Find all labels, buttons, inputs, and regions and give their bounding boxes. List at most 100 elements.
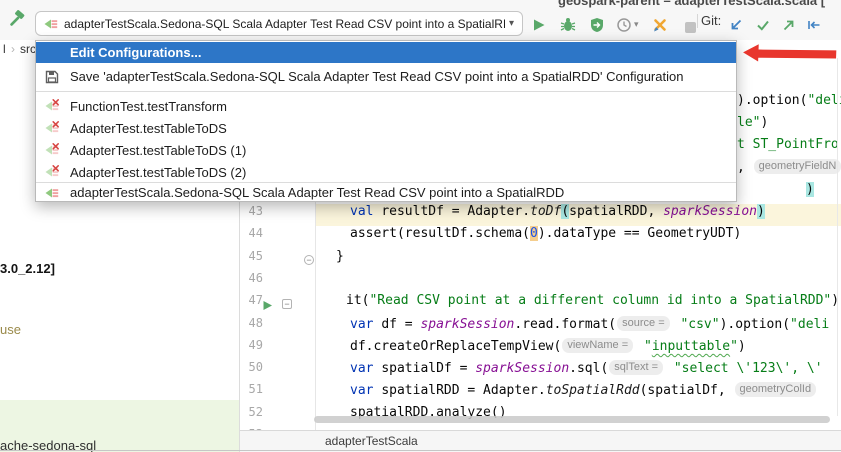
git-commit-button[interactable] [754, 16, 772, 34]
line-number: 48 [240, 316, 263, 338]
menu-item-adapter-test-testtabletods-1[interactable]: AdapterTest.testTableToDS (1) [36, 139, 736, 161]
menu-item-save-configuration[interactable]: Save 'adapterTestScala.Sedona-SQL Scala … [36, 64, 736, 89]
code-token: " [636, 339, 652, 354]
code-token: val [350, 204, 381, 219]
menu-item-function-test-testtransform[interactable]: FunctionTest.testTransform [36, 95, 736, 117]
line-number: 52 [240, 405, 263, 427]
code-token: df = [381, 317, 420, 332]
build-hammer-icon[interactable] [8, 10, 26, 28]
save-icon [45, 70, 59, 84]
menu-icon-spacer [45, 46, 59, 60]
git-rollback-button[interactable] [805, 16, 823, 34]
code-token: spatialDf = [381, 361, 475, 376]
code-token: ( [561, 204, 569, 219]
code-token: assert(resultDf.schema( [350, 226, 530, 241]
code-fragment: ) [806, 182, 841, 204]
project-tree-fragment[interactable]: use [0, 322, 21, 337]
code-fragment: le") [737, 115, 841, 137]
code-token: ).option( [737, 93, 807, 108]
breadcrumb-chevron-icon: › [11, 41, 15, 57]
code-token: "deli [790, 317, 829, 332]
line-number: 46 [240, 271, 263, 293]
line-number: 47 [240, 293, 263, 315]
line-number: 44 [240, 226, 263, 248]
run-anything-button[interactable] [651, 16, 669, 34]
fold-icon[interactable]: − [304, 255, 314, 265]
code-token: "deli [807, 93, 841, 108]
ide-window: geospark-parent – adapterTestScala.scala… [0, 0, 841, 452]
code-token: le" [737, 115, 760, 130]
git-label: Git: [701, 13, 721, 28]
run-configuration-combo[interactable]: adapterTestScala.Sedona-SQL Scala Adapte… [35, 11, 523, 36]
menu-item-adapter-test-testtabletods[interactable]: AdapterTest.testTableToDS [36, 117, 736, 139]
git-push-button[interactable] [780, 16, 798, 34]
code-line[interactable]: var df = sparkSession.read.format(source… [350, 316, 829, 338]
code-line[interactable]: val resultDf = Adapter.toDf(spatialRDD, … [350, 204, 765, 226]
code-line[interactable]: } [336, 249, 344, 271]
code-line[interactable]: assert(resultDf.schema(0).dataType == Ge… [350, 226, 741, 248]
profiler-caret-icon[interactable]: ▾ [634, 19, 639, 30]
menu-item-edit-configurations[interactable]: Edit Configurations... [36, 42, 736, 63]
run-config-menu: Edit Configurations... Save 'adapterTestS… [35, 40, 737, 202]
code-token: } [336, 249, 344, 264]
code-token: it( [346, 293, 369, 308]
code-line[interactable]: var spatialRDD = Adapter.toSpatialRdd(sp… [350, 382, 819, 404]
code-token: sparkSession [663, 204, 757, 219]
code-token: , [737, 160, 753, 175]
breadcrumb-fragment[interactable]: l [3, 41, 6, 57]
project-tree-fragment[interactable]: 3.0_2.12] [0, 261, 55, 276]
code-fragment: t ST_PointFro [737, 137, 841, 159]
coverage-button[interactable] [588, 16, 606, 34]
code-token: resultDf = Adapter. [381, 204, 530, 219]
code-token: sparkSession [475, 361, 569, 376]
code-token: spatialRDD = Adapter. [381, 383, 545, 398]
run-button[interactable] [530, 16, 548, 34]
menu-item-label: Edit Configurations... [70, 45, 201, 60]
code-token: toSpatialRdd [546, 383, 640, 398]
vertical-scrollbar-track[interactable] [837, 58, 838, 416]
code-token: viewName = [562, 338, 633, 353]
line-number: 43 [240, 204, 263, 226]
code-token: sparkSession [420, 317, 514, 332]
code-token: ).option( [720, 317, 790, 332]
menu-item-label: FunctionTest.testTransform [70, 99, 227, 114]
code-token: ) [738, 339, 746, 354]
code-token: "Read CSV point at a different column id… [369, 293, 831, 308]
code-fragment: ).option("deli [737, 93, 841, 115]
menu-item-adaptertestscala-config[interactable]: adapterTestScala.Sedona-SQL Scala Adapte… [36, 184, 736, 201]
menu-item-adapter-test-testtabletods-2[interactable]: AdapterTest.testTableToDS (2) [36, 161, 736, 183]
menu-separator [36, 182, 736, 183]
code-line[interactable]: it("Read CSV point at a different column… [346, 293, 839, 315]
menu-item-label: AdapterTest.testTableToDS (2) [70, 165, 246, 180]
fold-icon[interactable]: − [282, 299, 292, 309]
test-failed-icon [45, 99, 59, 113]
chevron-down-icon: ▾ [509, 18, 514, 29]
main-toolbar: geospark-parent – adapterTestScala.scala… [0, 0, 841, 40]
code-token: inputtable [652, 339, 730, 354]
code-token: t ST_PointFro [737, 137, 839, 152]
horizontal-scrollbar[interactable] [314, 416, 830, 423]
code-token: geometryFieldN [754, 159, 841, 174]
code-line[interactable]: var spatialDf = sparkSession.sql(sqlText… [350, 360, 823, 382]
code-token: spatialRDD, [569, 204, 663, 219]
scalatest-icon [44, 17, 58, 31]
code-token: ) [760, 115, 768, 130]
debug-button[interactable] [559, 16, 577, 34]
code-token: toDf [530, 204, 561, 219]
code-line[interactable]: df.createOrReplaceTempView(viewName = "i… [350, 338, 746, 360]
code-token: .sql( [569, 361, 608, 376]
profiler-button[interactable] [615, 16, 633, 34]
code-fragment: , geometryFieldN [737, 159, 841, 181]
breadcrumb-fragment[interactable]: src [20, 41, 36, 57]
code-token: sqlText = [609, 360, 663, 375]
code-token: ).dataType == GeometryUDT) [538, 226, 742, 241]
window-bottom-border [0, 450, 841, 451]
code-token: .read.format( [514, 317, 616, 332]
code-token: (spatialDf, [640, 383, 734, 398]
run-line-icon[interactable] [262, 298, 273, 309]
code-token: " [730, 339, 738, 354]
line-number: 49 [240, 338, 263, 360]
editor-breadcrumb-item[interactable]: adapterTestScala [325, 434, 418, 448]
git-update-button[interactable] [727, 16, 745, 34]
code-token: ) [757, 204, 765, 219]
